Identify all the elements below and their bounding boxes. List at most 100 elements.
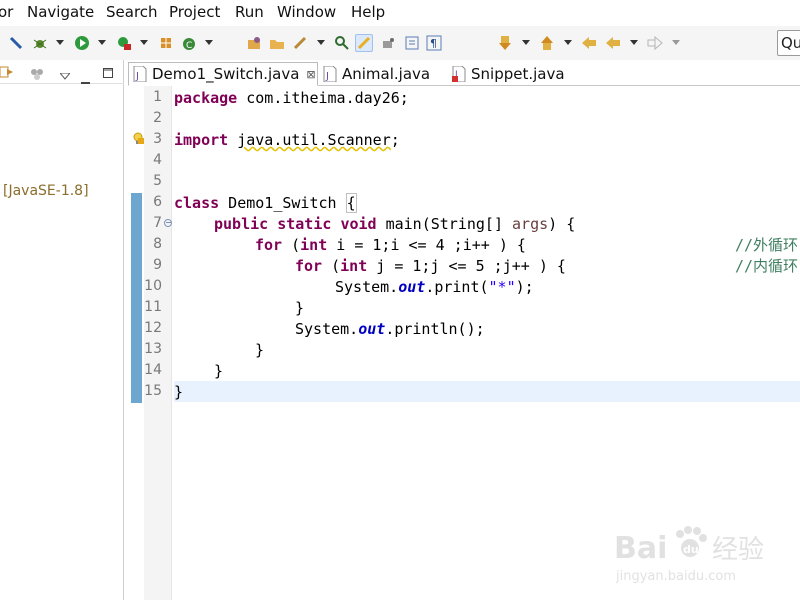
back-dropdown-icon[interactable] xyxy=(630,40,638,45)
line-number: 10 xyxy=(144,278,162,294)
java-file-icon: J xyxy=(133,66,147,82)
tab-label: Snippet.java xyxy=(471,65,565,83)
new-dropdown-icon[interactable] xyxy=(205,40,213,45)
code-line-9: for (int j = 1;j <= 5 ;j++ ) { xyxy=(295,257,566,275)
current-line-highlight xyxy=(174,381,800,402)
change-indicator-bar xyxy=(131,193,142,403)
comment-inner-loop: //内循环 xyxy=(735,257,799,275)
previous-edit-location-icon[interactable] xyxy=(538,34,556,52)
line-number: 12 xyxy=(144,320,162,336)
tab-animal[interactable]: J Animal.java xyxy=(319,62,447,86)
jre-library-label[interactable]: [JavaSE-1.8] xyxy=(3,183,89,199)
view-menu-icon[interactable] xyxy=(58,67,72,85)
coverage-icon[interactable] xyxy=(115,34,133,52)
watermark-url: jingyan.baidu.com xyxy=(615,569,736,584)
search-dropdown-icon[interactable] xyxy=(317,40,325,45)
toggle-mark-occurrences-icon[interactable] xyxy=(355,34,373,52)
comment-outer-loop: //外循环 xyxy=(735,236,799,254)
forward-icon xyxy=(646,34,664,52)
next-annotation-icon[interactable] xyxy=(333,34,351,52)
menu-navigate[interactable]: Navigate xyxy=(27,3,94,21)
code-line-12: System.out.println(); xyxy=(295,320,485,338)
menu-search[interactable]: Search xyxy=(106,3,158,21)
line-number: 7 xyxy=(153,215,162,231)
line-number-gutter: 1 2 3 4 5 6 7 − 8 9 10 11 12 13 14 15 xyxy=(144,86,172,600)
matching-brace: { xyxy=(345,193,357,213)
close-icon[interactable]: ⊠ xyxy=(306,68,315,81)
code-line-11: } xyxy=(295,299,305,317)
next-edit-location-icon[interactable] xyxy=(496,34,514,52)
tab-snippet[interactable]: J Snippet.java xyxy=(448,62,590,86)
menu-project[interactable]: Project xyxy=(169,3,220,21)
code-line-8: for (int i = 1;i <= 4 ;i++ ) { xyxy=(255,236,526,254)
overview-ruler xyxy=(128,86,144,600)
code-line-10: System.out.print("*"); xyxy=(335,278,534,296)
tab-label: Animal.java xyxy=(342,65,431,83)
minimize-icon[interactable] xyxy=(81,71,91,89)
menu-run[interactable]: Run xyxy=(235,3,264,21)
code-line-14: } xyxy=(214,362,224,380)
baidu-jingyan-watermark: Bai du 经验 jingyan.baidu.com xyxy=(612,518,792,588)
toggle-block-selection-icon[interactable] xyxy=(379,34,397,52)
run-icon[interactable] xyxy=(73,34,91,52)
line-number: 2 xyxy=(153,110,162,126)
line-number: 1 xyxy=(153,89,162,105)
menu-help[interactable]: Help xyxy=(351,3,385,21)
new-package-icon[interactable] xyxy=(157,34,175,52)
back-icon[interactable] xyxy=(604,34,622,52)
open-type-icon[interactable] xyxy=(245,34,263,52)
package-explorer-panel: [JavaSE-1.8] xyxy=(0,60,124,600)
line-number: 8 xyxy=(153,236,162,252)
skip-breakpoints-icon[interactable] xyxy=(7,34,25,52)
quick-access-field[interactable]: Qu xyxy=(777,30,800,56)
next-edit-dropdown-icon[interactable] xyxy=(522,40,530,45)
line-number: 13 xyxy=(144,341,162,357)
code-line-6: class Demo1_Switch { xyxy=(174,193,357,213)
svg-text:J: J xyxy=(325,71,329,82)
java-file-icon: J xyxy=(323,66,337,82)
watermark-cn: 经验 xyxy=(712,535,764,565)
maximize-icon[interactable] xyxy=(103,65,114,83)
menu-window[interactable]: Window xyxy=(277,3,336,21)
new-class-icon[interactable]: C xyxy=(180,34,198,52)
tab-demo1-switch[interactable]: J Demo1_Switch.java ⊠ xyxy=(128,62,318,86)
line-number: 4 xyxy=(153,152,162,168)
panel-toolbar xyxy=(0,60,124,84)
code-line-7: public static void main(String[] args) { xyxy=(214,215,576,233)
toggle-word-wrap-icon[interactable] xyxy=(403,34,421,52)
debug-icon[interactable] xyxy=(31,34,49,52)
fold-collapse-icon[interactable]: − xyxy=(164,219,172,227)
editor-tab-bar: J Demo1_Switch.java ⊠ J Animal.java J Sn… xyxy=(128,60,800,86)
line-number: 6 xyxy=(153,194,162,210)
line-number: 3 xyxy=(153,131,162,147)
svg-text:J: J xyxy=(135,71,139,82)
line-number: 15 xyxy=(144,383,162,399)
line-number: 5 xyxy=(153,173,162,189)
code-line-15: } xyxy=(174,383,184,401)
debug-dropdown-icon[interactable] xyxy=(56,40,64,45)
search-icon[interactable] xyxy=(291,34,309,52)
code-line-13: } xyxy=(255,341,265,359)
show-whitespace-icon[interactable]: ¶ xyxy=(425,34,443,52)
menu-bar: or Navigate Search Project Run Window He… xyxy=(0,0,800,26)
line-number: 14 xyxy=(144,362,162,378)
code-line-3: import java.util.Scanner; xyxy=(174,131,400,149)
focus-icon[interactable] xyxy=(30,66,44,84)
svg-text:¶: ¶ xyxy=(430,37,437,50)
coverage-dropdown-icon[interactable] xyxy=(140,40,148,45)
watermark-brand: Bai xyxy=(614,531,667,566)
forward-dropdown-icon xyxy=(672,40,680,45)
last-edit-location-icon[interactable] xyxy=(580,34,598,52)
toolbar: C ¶ xyxy=(0,26,800,60)
warning-lightbulb-icon[interactable] xyxy=(132,132,144,150)
open-folder-icon[interactable] xyxy=(268,34,286,52)
link-with-editor-icon[interactable] xyxy=(0,65,14,83)
code-line-1: package com.itheima.day26; xyxy=(174,89,409,107)
watermark-paw-text: du xyxy=(683,543,699,556)
unused-import-warning: java.util.Scanner xyxy=(237,131,391,149)
menu-editor[interactable]: or xyxy=(0,3,13,21)
previous-edit-dropdown-icon[interactable] xyxy=(564,40,572,45)
line-number: 9 xyxy=(153,257,162,273)
tab-label: Demo1_Switch.java xyxy=(152,65,300,83)
run-dropdown-icon[interactable] xyxy=(98,40,106,45)
